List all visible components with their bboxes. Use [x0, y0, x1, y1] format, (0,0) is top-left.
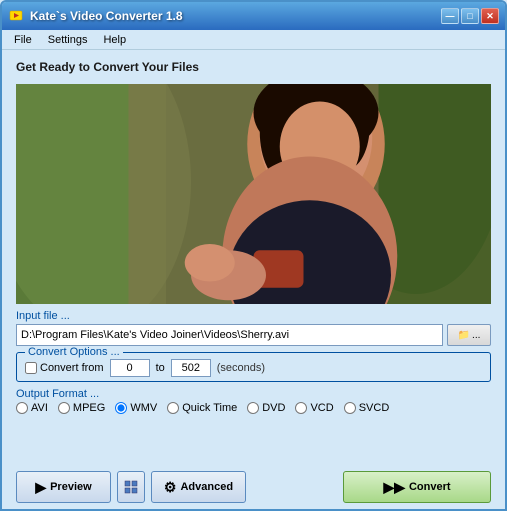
format-wmv: WMV [115, 402, 157, 414]
advanced-icon: ⚙ [164, 479, 177, 496]
to-value-input[interactable] [171, 359, 211, 377]
radio-svcd[interactable] [344, 402, 356, 414]
format-svcd: SVCD [344, 402, 390, 414]
page-title: Get Ready to Convert Your Files [16, 60, 491, 74]
format-options: AVI MPEG WMV Quick Time DVD [16, 402, 491, 414]
convert-options-group: Convert Options ... Convert from to (sec… [16, 352, 491, 382]
input-file-label: Input file ... [16, 310, 491, 322]
convert-from-label: Convert from [40, 362, 104, 374]
video-preview [16, 84, 491, 304]
convert-options-inner: Convert from to (seconds) [25, 357, 482, 377]
radio-dvd[interactable] [247, 402, 259, 414]
to-label: to [156, 362, 165, 374]
label-wmv: WMV [130, 402, 157, 414]
close-button[interactable]: ✕ [481, 8, 499, 24]
label-avi: AVI [31, 402, 48, 414]
advanced-button[interactable]: ⚙ Advanced [151, 471, 246, 503]
grid-button[interactable] [117, 471, 145, 503]
preview-label: Preview [50, 481, 92, 493]
radio-quicktime[interactable] [167, 402, 179, 414]
menu-file[interactable]: File [6, 32, 40, 48]
browse-button[interactable]: 📁 ... [447, 324, 491, 346]
convert-label: Convert [409, 481, 451, 493]
label-dvd: DVD [262, 402, 285, 414]
format-dvd: DVD [247, 402, 285, 414]
format-vcd: VCD [295, 402, 333, 414]
menu-bar: File Settings Help [2, 30, 505, 50]
advanced-label: Advanced [180, 481, 233, 493]
browse-dots: ... [472, 330, 480, 341]
seconds-label: (seconds) [217, 362, 265, 374]
maximize-button[interactable]: □ [461, 8, 479, 24]
label-svcd: SVCD [359, 402, 390, 414]
bottom-bar: ▶ Preview ⚙ Advanced ▶▶ Convert [2, 465, 505, 509]
minimize-button[interactable]: — [441, 8, 459, 24]
radio-wmv[interactable] [115, 402, 127, 414]
output-format-section: Output Format ... AVI MPEG WMV Quick Tim… [16, 388, 491, 414]
app-icon [8, 8, 24, 24]
main-window: Kate`s Video Converter 1.8 — □ ✕ File Se… [0, 0, 507, 511]
main-content: Get Ready to Convert Your Files [2, 50, 505, 465]
format-quicktime: Quick Time [167, 402, 237, 414]
menu-settings[interactable]: Settings [40, 32, 96, 48]
radio-vcd[interactable] [295, 402, 307, 414]
photo-canvas [16, 84, 491, 304]
convert-icon: ▶▶ [383, 479, 405, 496]
from-value-input[interactable] [110, 359, 150, 377]
preview-icon: ▶ [35, 479, 46, 496]
label-vcd: VCD [310, 402, 333, 414]
input-row: 📁 ... [16, 324, 491, 346]
menu-help[interactable]: Help [95, 32, 134, 48]
window-controls: — □ ✕ [441, 8, 499, 24]
convert-from-checkbox-item: Convert from [25, 362, 104, 374]
convert-button[interactable]: ▶▶ Convert [343, 471, 491, 503]
label-quicktime: Quick Time [182, 402, 237, 414]
label-mpeg: MPEG [73, 402, 105, 414]
convert-from-checkbox[interactable] [25, 362, 37, 374]
format-mpeg: MPEG [58, 402, 105, 414]
radio-mpeg[interactable] [58, 402, 70, 414]
file-input[interactable] [16, 324, 443, 346]
preview-button[interactable]: ▶ Preview [16, 471, 111, 503]
output-format-label: Output Format ... [16, 388, 491, 400]
format-avi: AVI [16, 402, 48, 414]
input-section: Input file ... 📁 ... [16, 310, 491, 346]
window-title: Kate`s Video Converter 1.8 [30, 9, 441, 23]
radio-avi[interactable] [16, 402, 28, 414]
title-bar: Kate`s Video Converter 1.8 — □ ✕ [2, 2, 505, 30]
grid-icon [124, 480, 138, 494]
folder-icon: 📁 [458, 330, 470, 341]
convert-options-label: Convert Options ... [25, 346, 123, 358]
